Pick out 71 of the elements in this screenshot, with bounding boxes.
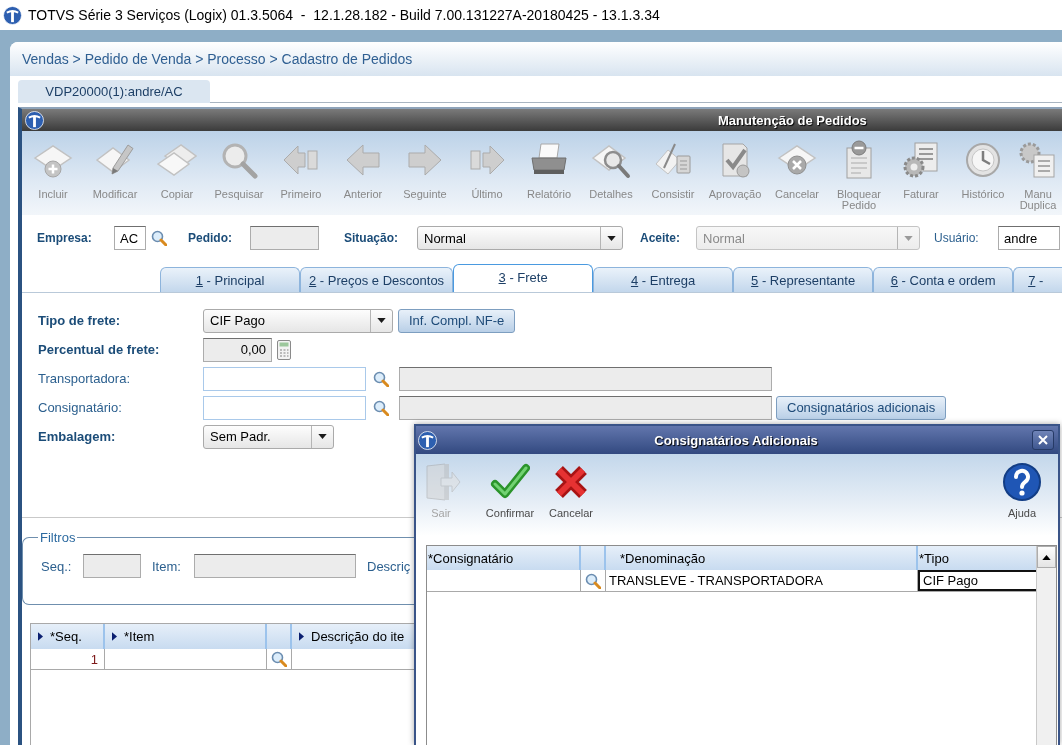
- dropdown[interactable]: Normal: [417, 226, 623, 250]
- column-header[interactable]: Descrição do ite: [292, 624, 414, 649]
- search-icon[interactable]: [271, 651, 287, 667]
- gear-document-icon: [901, 140, 941, 180]
- field-label: Transportadora:: [38, 371, 131, 386]
- breadcrumb-path: Vendas > Pedido de Venda > Processo > Cadastro de Pedidos: [22, 51, 413, 67]
- caret-down-icon[interactable]: [607, 235, 616, 241]
- field-label: Aceite:: [640, 231, 681, 245]
- input-field[interactable]: [203, 395, 366, 420]
- tab[interactable]: 1 - Principal: [160, 267, 300, 292]
- field-label: Situação:: [344, 231, 399, 245]
- input-field[interactable]: [194, 554, 356, 578]
- table-cell: 1: [31, 649, 105, 669]
- logo-icon: [418, 430, 437, 450]
- triangle-marker-icon: [299, 632, 304, 641]
- tab[interactable]: 3 - Frete: [453, 264, 594, 292]
- app-title: TOTVS Série 3 Serviços (Logix) 01.3.5064 - 12.1.28.182 - Build 7.00.131227A-20180425 - 13.1.3.34: [28, 7, 660, 23]
- session-tab[interactable]: VDP20000(1):andre/AC: [18, 80, 210, 103]
- column-header[interactable]: *Consignatário: [427, 546, 581, 570]
- field-label: Pedido:: [188, 231, 233, 245]
- input-field[interactable]: [83, 554, 141, 578]
- field-label: Empresa:: [37, 231, 93, 245]
- dropdown[interactable]: Sem Padr.: [203, 424, 334, 449]
- tab[interactable]: 2 - Preços e Descontos: [300, 267, 454, 292]
- input-field[interactable]: andre: [998, 226, 1060, 250]
- group-title: Filtros: [39, 530, 77, 545]
- field-label: Descriç: [367, 558, 411, 574]
- window-title: Manutenção de Pedidos: [718, 112, 867, 128]
- action-button[interactable]: Consignatários adicionais: [776, 395, 947, 420]
- search-icon[interactable]: [585, 572, 601, 589]
- up-arrow-icon: [1042, 554, 1051, 560]
- field-label: Usuário:: [934, 231, 980, 245]
- logo-icon: [25, 110, 44, 130]
- field-label: Consignatário:: [38, 400, 123, 415]
- logo-icon: [3, 5, 22, 25]
- tab[interactable]: 6 - Conta e ordem: [873, 267, 1014, 292]
- tab[interactable]: 4 - Entrega: [593, 267, 734, 292]
- search-icon[interactable]: [151, 230, 167, 246]
- close-icon: [1038, 435, 1048, 445]
- caret-down-icon[interactable]: [377, 318, 386, 323]
- toolbar-button[interactable]: Ajuda: [1000, 454, 1044, 519]
- field-label: Embalagem:: [38, 429, 117, 444]
- action-button[interactable]: Inf. Compl. NF-e: [398, 308, 516, 333]
- dialog-title: Consignatários Adicionais: [654, 432, 818, 448]
- search-icon[interactable]: [373, 370, 389, 387]
- tab[interactable]: 7 -: [1013, 267, 1062, 292]
- column-header[interactable]: *Item: [105, 624, 267, 649]
- scroll-up-button[interactable]: [1037, 546, 1056, 568]
- toolbar-button[interactable]: Confirmar: [477, 454, 543, 519]
- triangle-marker-icon: [38, 632, 43, 641]
- field-label: Item:: [152, 558, 182, 574]
- input-field[interactable]: AC: [114, 226, 146, 250]
- search-icon[interactable]: [373, 399, 389, 416]
- triangle-marker-icon: [112, 632, 117, 641]
- clock-icon: [963, 140, 1003, 180]
- table-cell: TRANSLEVE - TRANSPORTADORA: [606, 570, 918, 591]
- input-field[interactable]: [203, 366, 366, 391]
- help-icon: [1002, 462, 1042, 502]
- tab[interactable]: 5 - Representante: [733, 267, 874, 292]
- table-cell: CIF Pago: [918, 570, 1038, 591]
- column-header[interactable]: *Seq.: [31, 624, 105, 649]
- field-label: Seq.:: [41, 558, 73, 574]
- close-button[interactable]: [1032, 430, 1054, 450]
- field-label: Tipo de frete:: [38, 313, 122, 328]
- dropdown[interactable]: CIF Pago: [203, 308, 393, 333]
- field-label: Percentual de frete:: [38, 342, 161, 357]
- caret-down-icon[interactable]: [318, 434, 327, 439]
- toolbar-button[interactable]: Cancelar: [544, 454, 598, 519]
- scrollbar[interactable]: [1036, 546, 1056, 745]
- calculator-icon[interactable]: [277, 339, 291, 360]
- column-header[interactable]: *Denominação: [606, 546, 918, 570]
